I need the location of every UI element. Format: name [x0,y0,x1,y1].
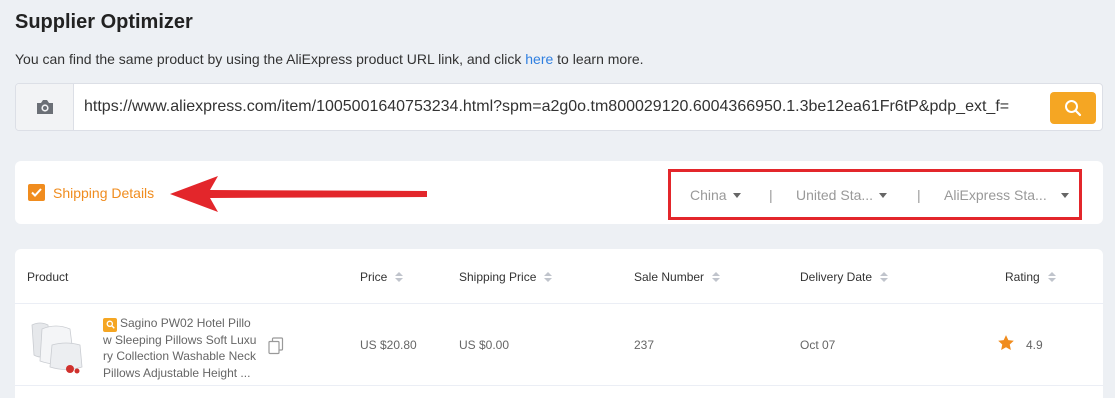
product-name-line: Sagino PW02 Hotel Pillo [103,315,263,332]
column-label: Price [360,270,388,284]
search-button[interactable] [1050,92,1096,124]
url-input[interactable] [84,84,1050,130]
shipping-details-checkbox[interactable] [28,184,45,201]
column-header-rating[interactable]: Rating [1005,270,1056,284]
row-divider [15,385,1103,386]
separator: | [917,187,921,203]
sort-icon[interactable] [712,272,721,282]
ship-to-value: United Sta... [796,187,874,203]
ship-from-select[interactable]: China [690,187,741,203]
description-text-end: to learn more. [553,51,644,67]
column-header-delivery-date[interactable]: Delivery Date [800,270,889,284]
rating-cell: 4.9 [1026,338,1043,352]
ship-to-select[interactable]: United Sta... [796,187,888,203]
sort-icon[interactable] [544,272,553,282]
page-title: Supplier Optimizer [15,11,193,33]
sort-icon[interactable] [1047,272,1056,282]
shipping-filters-highlight: China | United Sta... | AliExpress Sta..… [668,169,1082,220]
results-table: Product Price Shipping Price Sale Number… [15,249,1103,398]
column-label: Delivery Date [800,270,873,284]
column-label: Sale Number [634,270,705,284]
column-label: Rating [1005,270,1040,284]
caret-down-icon [1060,192,1069,198]
image-search-button[interactable] [16,84,74,130]
page-description: You can find the same product by using t… [15,51,644,67]
shipping-method-select[interactable]: AliExpress Sta... [944,187,1069,203]
sort-icon[interactable] [880,272,889,282]
column-header-sale-number[interactable]: Sale Number [634,270,721,284]
description-text: You can find the same product by using t… [15,51,526,67]
column-label: Shipping Price [459,270,537,284]
header-divider [15,303,1103,304]
product-name-line-4: Pillows Adjustable Height ... [103,365,251,380]
price-cell: US $20.80 [360,338,417,352]
url-search-bar [15,83,1103,131]
column-header-shipping-price[interactable]: Shipping Price [459,270,553,284]
product-name-line-2: w Sleeping Pillows Soft Luxu [103,332,257,347]
copy-icon[interactable] [268,337,284,355]
product-name[interactable]: Sagino PW02 Hotel Pillo w Sleeping Pillo… [103,315,263,381]
column-header-product: Product [27,270,68,284]
checkmark-icon [31,188,42,197]
product-name-line-1: Sagino PW02 Hotel Pillo [120,316,251,330]
separator: | [769,187,773,203]
caret-down-icon [732,192,741,198]
column-label: Product [27,270,69,284]
ship-from-value: China [690,187,727,203]
learn-more-link[interactable]: here [525,51,553,67]
search-tag-icon[interactable] [103,317,117,332]
delivery-date-cell: Oct 07 [800,338,836,352]
shipping-method-value: AliExpress Sta... [944,187,1047,203]
sale-number-cell: 237 [634,338,655,352]
shipping-price-cell: US $0.00 [459,338,510,352]
annotation-arrow [170,176,427,212]
camera-icon [36,100,53,114]
column-header-price[interactable]: Price [360,270,404,284]
shipping-details-label[interactable]: Shipping Details [53,185,154,201]
search-icon [1065,100,1082,117]
product-thumbnail[interactable] [26,315,88,377]
star-icon [998,335,1014,350]
sort-icon[interactable] [395,272,404,282]
caret-down-icon [879,192,888,198]
product-name-line-3: ry Collection Washable Neck [103,349,256,363]
shipping-options-panel: Shipping Details China | United Sta... |… [15,161,1103,224]
